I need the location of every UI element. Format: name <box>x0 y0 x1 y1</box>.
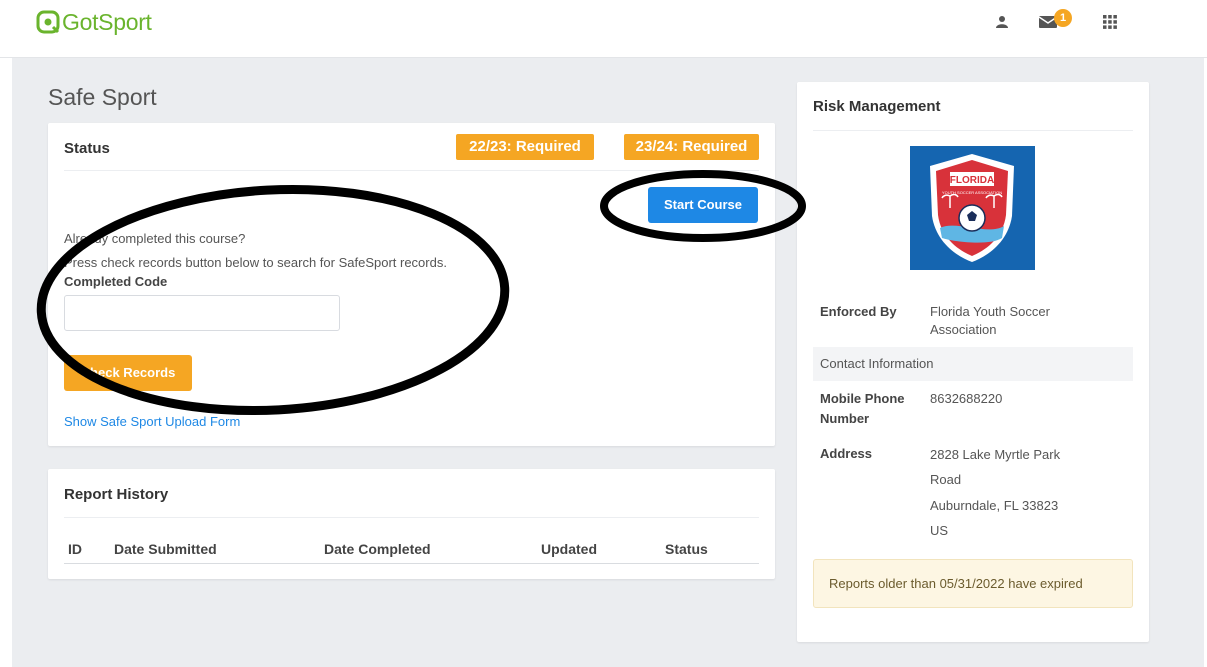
report-history-title: Report History <box>64 486 169 503</box>
user-icon[interactable] <box>995 15 1009 29</box>
risk-management-card: Risk Management FLORIDA YOUTH SOCCER ASS… <box>797 82 1149 642</box>
contact-information-text: Contact Information <box>820 356 934 371</box>
completed-code-label: Completed Code <box>64 274 168 289</box>
fysa-crest-icon: FLORIDA YOUTH SOCCER ASSOCIATION <box>930 154 1014 262</box>
logo-subtext: YOUTH SOCCER ASSOCIATION <box>942 190 1002 195</box>
column-header-status[interactable]: Status <box>665 541 708 557</box>
check-records-button[interactable]: Check Records <box>64 355 192 391</box>
check-records-instructions: Press check records button below to sear… <box>64 255 447 270</box>
gotsport-logo[interactable]: GotSport <box>36 8 152 36</box>
start-course-button[interactable]: Start Course <box>648 187 758 223</box>
reports-expired-text: Reports older than 05/31/2022 have expir… <box>829 576 1083 591</box>
mobile-phone-label-line-1: Mobile Phone <box>820 391 905 406</box>
address-line-3: Auburndale, FL 33823 <box>930 498 1059 513</box>
logo-text: GotSport <box>62 8 152 35</box>
top-navbar: GotSport 1 <box>0 0 1207 58</box>
apps-grid-icon[interactable] <box>1103 15 1117 29</box>
mobile-phone-label-line-2: Number <box>820 411 870 426</box>
address-label: Address <box>820 446 873 461</box>
mobile-phone-value: 8632688220 <box>930 391 1003 406</box>
risk-divider <box>813 130 1133 131</box>
show-upload-form-link[interactable]: Show Safe Sport Upload Form <box>64 414 240 429</box>
column-header-date-completed[interactable]: Date Completed <box>324 541 431 557</box>
table-header-divider <box>64 563 759 564</box>
address-line-1: 2828 Lake Myrtle Park <box>930 447 1061 462</box>
enforced-by-label: Enforced By <box>820 304 897 319</box>
logo-mark-icon <box>36 10 60 34</box>
page-title: Safe Sport <box>48 84 157 110</box>
mail-count-badge: 1 <box>1054 9 1072 27</box>
report-history-card: Report History ID Date Submitted Date Co… <box>48 469 775 579</box>
contact-information-header: Contact Information <box>813 347 1133 381</box>
already-completed-text: Already completed this course? <box>64 231 246 246</box>
reports-expired-alert: Reports older than 05/31/2022 have expir… <box>813 559 1133 608</box>
risk-management-title: Risk Management <box>813 98 941 115</box>
address-line-2: Road <box>930 472 962 487</box>
column-header-updated[interactable]: Updated <box>541 541 597 557</box>
column-header-date-submitted[interactable]: Date Submitted <box>114 541 217 557</box>
required-badge-2324: 23/24: Required <box>624 134 759 160</box>
status-divider <box>64 170 759 171</box>
history-divider <box>64 517 759 518</box>
status-card: Status 22/23: Required 23/24: Required S… <box>48 123 775 446</box>
florida-youth-soccer-logo: FLORIDA YOUTH SOCCER ASSOCIATION <box>910 146 1035 270</box>
column-header-id[interactable]: ID <box>68 541 82 557</box>
completed-code-input[interactable] <box>64 295 340 331</box>
required-badge-2223: 22/23: Required <box>456 134 594 160</box>
enforced-by-line-2: Association <box>930 322 997 337</box>
status-card-title: Status <box>64 140 110 157</box>
logo-florida-text: FLORIDA <box>950 175 994 186</box>
address-line-4: US <box>930 523 949 538</box>
